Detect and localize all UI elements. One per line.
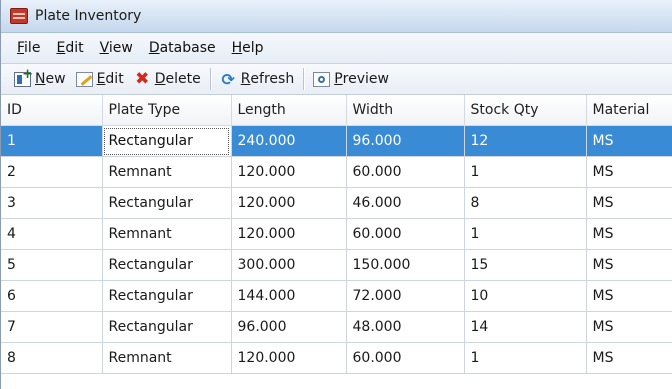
delete-x-icon: ✖ — [135, 68, 150, 89]
cell-width[interactable]: 46.000 — [346, 187, 465, 219]
cell-plate-type[interactable]: Remnant — [102, 218, 232, 250]
grid-body: 1 Rectangular 240.000 96.000 12 MS 2 Remnant 120… — [1, 125, 672, 374]
cell-width[interactable]: 60.000 — [346, 342, 465, 374]
cell-id[interactable]: 4 — [1, 218, 103, 250]
cell-plate-type[interactable]: Remnant — [102, 342, 232, 374]
toolbar: New Edit ✖ Delete ⟳ Refresh Preview — [1, 64, 672, 95]
cell-plate-type[interactable]: Rectangular — [102, 249, 232, 281]
table-row[interactable]: 1 Rectangular 240.000 96.000 12 MS — [1, 125, 672, 157]
cell-material[interactable]: MS — [586, 280, 672, 312]
cell-material[interactable]: MS — [586, 218, 672, 250]
plate-inventory-window: Plate Inventory File Edit View Database … — [0, 0, 672, 389]
column-header-material[interactable]: Material — [586, 95, 672, 126]
table-row[interactable]: 5 Rectangular 300.000 150.000 15 MS — [1, 249, 672, 281]
table-row[interactable]: 6 Rectangular 144.000 72.000 10 MS — [1, 280, 672, 312]
cell-id[interactable]: 8 — [1, 342, 103, 374]
cell-material[interactable]: MS — [586, 187, 672, 219]
cell-stock-qty[interactable]: 12 — [464, 125, 587, 157]
cell-id[interactable]: 1 — [1, 125, 103, 157]
column-header-plate-type[interactable]: Plate Type — [102, 95, 232, 126]
cell-plate-type[interactable]: Remnant — [102, 156, 232, 188]
table-row[interactable]: 7 Rectangular 96.000 48.000 14 MS — [1, 311, 672, 343]
delete-button[interactable]: ✖ Delete — [129, 67, 206, 91]
new-button[interactable]: New — [9, 67, 71, 91]
menu-edit[interactable]: Edit — [48, 40, 91, 56]
plate-app-icon — [10, 8, 28, 24]
menu-bar: File Edit View Database Help — [1, 33, 672, 64]
inventory-grid: ID Plate Type Length Width Stock Qty Mat… — [1, 95, 672, 374]
cell-width[interactable]: 60.000 — [346, 218, 465, 250]
cell-length[interactable]: 240.000 — [231, 125, 347, 157]
cell-id[interactable]: 7 — [1, 311, 103, 343]
cell-material[interactable]: MS — [586, 311, 672, 343]
menu-help[interactable]: Help — [224, 40, 272, 56]
print-preview-icon — [313, 71, 331, 87]
cell-material[interactable]: MS — [586, 342, 672, 374]
cell-material[interactable]: MS — [586, 125, 672, 157]
cell-plate-type[interactable]: Rectangular — [102, 311, 232, 343]
toolbar-separator — [303, 68, 305, 90]
window-title: Plate Inventory — [35, 8, 142, 24]
cell-width[interactable]: 150.000 — [346, 249, 465, 281]
refresh-icon: ⟳ — [221, 69, 235, 89]
menu-view[interactable]: View — [92, 40, 141, 56]
cell-plate-type[interactable]: Rectangular — [102, 125, 232, 157]
grid-header-row: ID Plate Type Length Width Stock Qty Mat… — [1, 95, 672, 126]
cell-length[interactable]: 120.000 — [231, 342, 347, 374]
title-bar: Plate Inventory — [1, 0, 672, 33]
menu-database[interactable]: Database — [141, 40, 224, 56]
cell-width[interactable]: 72.000 — [346, 280, 465, 312]
cell-length[interactable]: 120.000 — [231, 218, 347, 250]
cell-stock-qty[interactable]: 1 — [464, 342, 587, 374]
menu-file[interactable]: File — [9, 40, 48, 56]
cell-plate-type[interactable]: Rectangular — [102, 280, 232, 312]
column-header-length[interactable]: Length — [231, 95, 347, 126]
table-row[interactable]: 3 Rectangular 120.000 46.000 8 MS — [1, 187, 672, 219]
cell-stock-qty[interactable]: 10 — [464, 280, 587, 312]
cell-stock-qty[interactable]: 1 — [464, 156, 587, 188]
cell-id[interactable]: 5 — [1, 249, 103, 281]
cell-id[interactable]: 2 — [1, 156, 103, 188]
cell-width[interactable]: 96.000 — [346, 125, 465, 157]
cell-width[interactable]: 60.000 — [346, 156, 465, 188]
cell-id[interactable]: 6 — [1, 280, 103, 312]
toolbar-separator — [209, 68, 211, 90]
cell-id[interactable]: 3 — [1, 187, 103, 219]
cell-stock-qty[interactable]: 8 — [464, 187, 587, 219]
column-header-width[interactable]: Width — [346, 95, 465, 126]
edit-pencil-icon — [75, 71, 93, 87]
refresh-button[interactable]: ⟳ Refresh — [215, 67, 300, 91]
cell-stock-qty[interactable]: 15 — [464, 249, 587, 281]
table-row[interactable]: 4 Remnant 120.000 60.000 1 MS — [1, 218, 672, 250]
cell-length[interactable]: 120.000 — [231, 156, 347, 188]
table-row[interactable]: 8 Remnant 120.000 60.000 1 MS — [1, 342, 672, 374]
table-row[interactable]: 2 Remnant 120.000 60.000 1 MS — [1, 156, 672, 188]
cell-length[interactable]: 96.000 — [231, 311, 347, 343]
new-record-icon — [14, 67, 33, 87]
cell-plate-type[interactable]: Rectangular — [102, 187, 232, 219]
column-header-stock-qty[interactable]: Stock Qty — [464, 95, 587, 126]
edit-button[interactable]: Edit — [71, 67, 129, 91]
cell-length[interactable]: 120.000 — [231, 187, 347, 219]
cell-length[interactable]: 144.000 — [231, 280, 347, 312]
preview-button[interactable]: Preview — [308, 67, 394, 91]
cell-width[interactable]: 48.000 — [346, 311, 465, 343]
cell-length[interactable]: 300.000 — [231, 249, 347, 281]
cell-stock-qty[interactable]: 1 — [464, 218, 587, 250]
cell-material[interactable]: MS — [586, 249, 672, 281]
column-header-id[interactable]: ID — [1, 95, 103, 126]
cell-stock-qty[interactable]: 14 — [464, 311, 587, 343]
cell-material[interactable]: MS — [586, 156, 672, 188]
